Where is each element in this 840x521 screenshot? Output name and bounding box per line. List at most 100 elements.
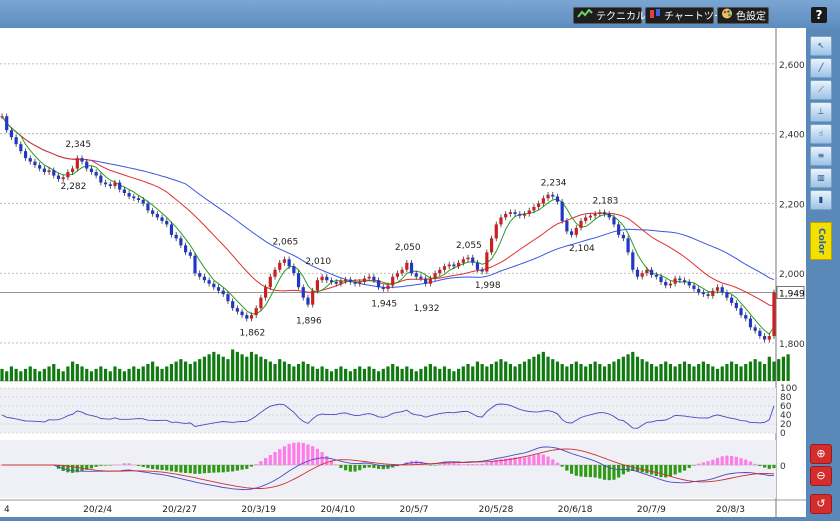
volume-bar <box>33 368 37 381</box>
volume-bar <box>71 361 75 381</box>
candle-body <box>522 213 527 216</box>
candle-body <box>730 297 734 303</box>
candle-body <box>38 165 42 169</box>
trend-line-tool-icon[interactable]: ╱ <box>810 58 832 78</box>
macd-histogram-bar <box>461 464 465 465</box>
volume-bar <box>344 368 348 381</box>
candle-body <box>306 297 310 305</box>
macd-histogram-bar <box>739 458 743 465</box>
volume-bar <box>504 361 508 381</box>
cursor-tool-icon[interactable]: ↖ <box>810 36 832 56</box>
candle-settings-tool-icon[interactable]: ▮ <box>810 190 832 210</box>
color-settings-label: 色設定 <box>736 11 766 23</box>
volume-bar <box>311 366 315 381</box>
volume-bar <box>494 361 498 381</box>
macd-histogram-bar <box>466 464 470 465</box>
candle-body <box>381 287 385 289</box>
candle-body <box>697 288 701 293</box>
volume-bar <box>47 366 51 381</box>
price-annotation: 1,945 <box>371 299 397 309</box>
candle-body <box>71 168 75 173</box>
candle-body <box>85 161 89 169</box>
volume-bar <box>160 368 164 381</box>
volume-bar <box>598 364 602 381</box>
candle-body <box>424 278 428 284</box>
volume-bar <box>409 368 414 381</box>
volume-bar <box>447 368 451 381</box>
macd-histogram-bar <box>113 464 117 465</box>
color-settings-button[interactable]: 色設定 <box>717 7 769 24</box>
macd-histogram-bar <box>593 465 597 478</box>
volume-bar <box>23 368 28 381</box>
volume-bar <box>541 351 545 381</box>
price-annotation: 2,065 <box>272 238 298 248</box>
macd-histogram-bar <box>518 457 522 465</box>
candle-body <box>744 315 748 319</box>
candle-body <box>574 227 578 235</box>
macd-histogram-bar <box>715 457 720 465</box>
candle-body <box>52 170 56 176</box>
volume-bar <box>155 366 159 381</box>
zoom-out-icon[interactable]: ⊖ <box>810 466 832 486</box>
candle-body <box>315 280 319 291</box>
macd-histogram-bar <box>372 465 376 468</box>
chart-svg[interactable]: 2,600 2,400 2,200 2,000 1,800 1,949 2,345 2,282… <box>0 28 806 517</box>
reload-icon[interactable]: ↺ <box>810 494 832 514</box>
chart-tool-button[interactable]: チャートツール <box>645 7 734 24</box>
period-tool-icon[interactable]: ▥ <box>810 168 832 188</box>
volume-bar <box>579 364 583 381</box>
macd-histogram-bar <box>132 464 136 466</box>
candle-body <box>739 308 743 316</box>
candle-body <box>673 278 677 284</box>
horizontal-lines-tool-icon[interactable]: ≡ <box>810 146 832 166</box>
level-line-tool-icon[interactable]: ⊥ <box>810 102 832 122</box>
candle-body <box>325 276 329 281</box>
macd-histogram-bar <box>457 463 461 465</box>
candle-body <box>400 269 404 274</box>
hand-tool-icon[interactable]: ☝ <box>810 124 832 144</box>
macd-histogram-bar <box>471 464 475 465</box>
volume-bar <box>786 354 790 381</box>
macd-histogram-bar <box>169 465 174 472</box>
candle-body <box>593 213 597 216</box>
time-tick-label: 20/2/27 <box>162 505 197 515</box>
volume-bar <box>522 361 527 381</box>
help-button[interactable]: ? <box>811 7 827 23</box>
volume-bar <box>744 364 748 381</box>
price-annotation: 2,282 <box>61 182 87 192</box>
volume-bar <box>221 356 225 381</box>
technical-button[interactable]: テクニカル <box>573 7 646 24</box>
candle-body <box>395 273 400 277</box>
candle-body <box>320 276 324 281</box>
candle-body <box>141 199 145 204</box>
moving-average-mid <box>1 115 775 307</box>
candle-body <box>127 193 131 197</box>
macd-histogram-bar <box>193 465 197 474</box>
volume-bar <box>706 364 710 381</box>
macd-histogram-bar <box>89 465 94 469</box>
volume-bar <box>0 368 4 381</box>
candle-body <box>532 206 536 211</box>
macd-histogram-bar <box>245 465 249 469</box>
macd-histogram-bar <box>264 458 268 465</box>
macd-histogram-bar <box>588 465 593 478</box>
zoom-in-icon[interactable]: ⊕ <box>810 444 832 464</box>
candle-body <box>607 213 611 218</box>
color-toggle-button[interactable]: Color <box>810 222 832 260</box>
candle-body <box>546 194 550 199</box>
candle-body <box>198 273 202 277</box>
candle-body <box>569 231 574 235</box>
volume-bar <box>664 361 668 381</box>
fibonacci-tool-icon[interactable]: ⟋ <box>810 80 832 100</box>
macd-histogram-bar <box>758 465 762 467</box>
candle-body <box>513 212 517 214</box>
candle-body <box>475 262 480 270</box>
price-annotation: 1,896 <box>296 317 322 327</box>
volume-bar <box>80 366 84 381</box>
candle-body <box>405 262 409 270</box>
volume-bar <box>532 356 536 381</box>
volume-bar <box>353 368 357 381</box>
volume-bar <box>169 364 174 381</box>
volume-bar <box>711 366 715 381</box>
palette-icon <box>721 8 733 25</box>
